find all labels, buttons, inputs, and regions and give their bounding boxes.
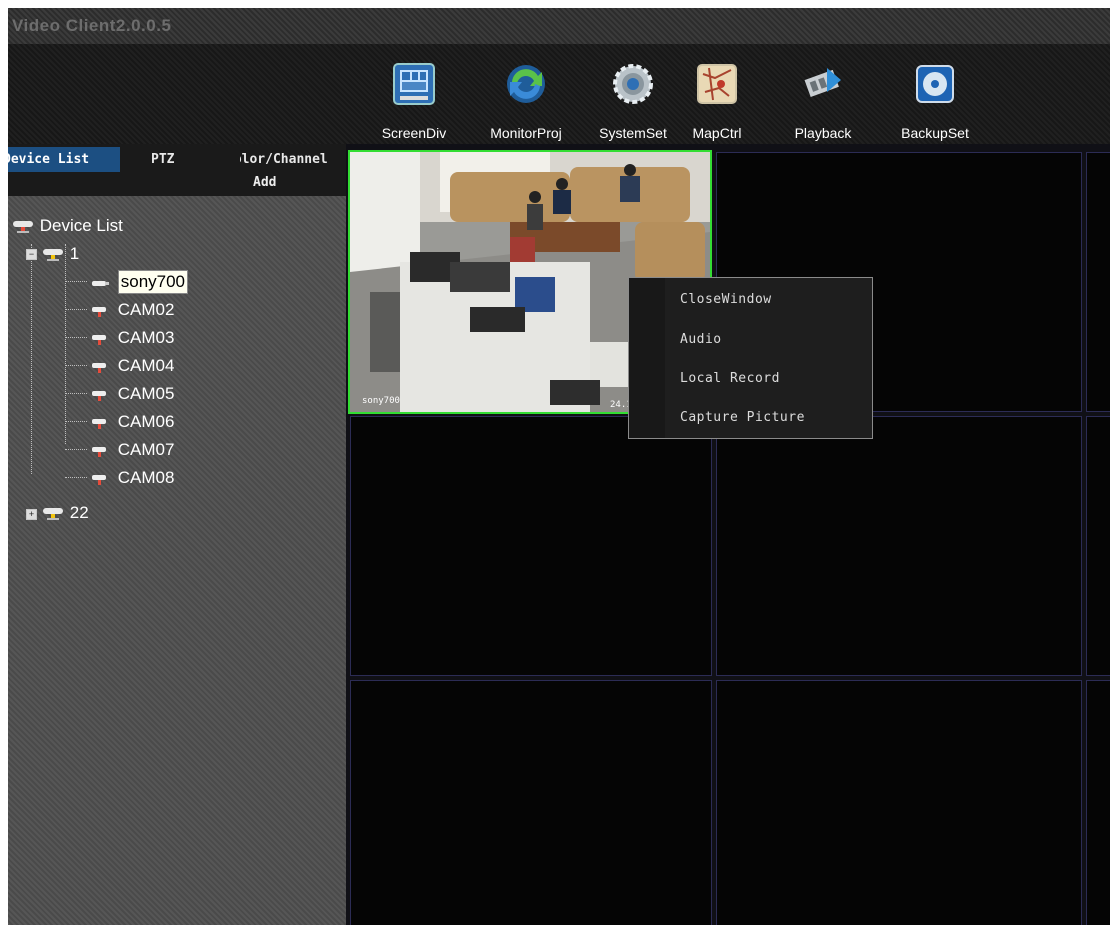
camera-offline-icon [92,474,106,485]
video-client-window: Video Client2.0.0.5 ScreenDiv MonitorPro… [8,8,1110,925]
monitorproj-button[interactable]: MonitorProj [476,44,576,144]
tree-channel-cam02[interactable]: CAM02 [89,298,174,320]
tree-line [65,393,87,394]
tree-channel-cam03[interactable]: CAM03 [89,326,174,348]
tree-group-label: 22 [69,502,89,522]
tree-channel-label: CAM05 [117,383,175,403]
tree-line [65,309,87,310]
left-panel: Device List PTZ Color/Channel Add [8,144,346,925]
context-menu-gutter [629,278,665,438]
network-device-icon [43,248,63,261]
video-cell-5[interactable] [716,416,1082,676]
tree-line [65,477,87,478]
tree-line [65,365,87,366]
window-title: Video Client2.0.0.5 [12,16,172,35]
tab-ptz-label: PTZ [151,152,175,167]
film-playback-icon [804,68,841,97]
tree-line [65,244,66,444]
tab-ptz[interactable]: PTZ [151,147,211,172]
tree-line [65,281,87,282]
context-menu: CloseWindow Audio Local Record Capture P… [628,277,873,439]
mapctrl-label: MapCtrl [692,125,742,141]
tree-channel-cam04[interactable]: CAM04 [89,354,174,376]
camera-offline-icon [92,446,106,457]
playback-button[interactable]: Playback [786,44,860,144]
video-cell-3[interactable] [1086,152,1110,412]
tree-channel-label: CAM04 [117,355,175,375]
map-icon [697,64,737,104]
camera-offline-icon [92,306,106,317]
systemset-label: SystemSet [599,125,667,141]
camera-overlay-name: sony700 [362,396,400,406]
screendiv-button[interactable]: ScreenDiv [371,44,457,144]
menu-item-audio[interactable]: Audio [680,328,722,352]
camera-offline-icon [92,362,106,373]
video-cell-4[interactable] [350,416,712,676]
menu-item-local-record[interactable]: Local Record [680,367,780,391]
camera-offline-icon [92,418,106,429]
camera-offline-icon [92,334,106,345]
tree-channel-cam08[interactable]: CAM08 [89,466,174,488]
tree-channel-label: CAM03 [117,327,175,347]
video-cell-9[interactable] [1086,680,1110,925]
tree-line [65,421,87,422]
collapse-toggle[interactable]: − [26,249,37,260]
menu-item-capture-picture[interactable]: Capture Picture [680,406,805,430]
backupset-button[interactable]: BackupSet [893,44,977,144]
tree-root-device-list[interactable]: Device List [11,214,123,236]
tree-line [65,337,87,338]
video-cell-8[interactable] [716,680,1082,925]
disk-backup-icon [916,65,954,103]
menu-item-close-window[interactable]: CloseWindow [680,288,772,312]
device-tree: Device List − 1 sony700 CAM02 CAM03 CAM0… [8,196,346,596]
tree-channel-label: CAM07 [117,439,175,459]
network-device-icon [13,220,33,233]
video-cell-6[interactable] [1086,416,1110,676]
monitorproj-label: MonitorProj [490,125,562,141]
tree-group-22[interactable]: 22 [41,501,89,523]
systemset-button[interactable]: SystemSet [588,44,678,144]
tree-channel-cam07[interactable]: CAM07 [89,438,174,460]
network-device-icon [43,507,63,520]
camera-offline-icon [92,390,106,401]
tree-group-label: 1 [69,243,80,263]
tree-line [65,449,87,450]
tab-device-list[interactable]: Device List [8,147,120,172]
mapctrl-button[interactable]: MapCtrl [685,44,749,144]
tree-channel-sony700[interactable]: sony700 [89,270,189,294]
monitor-project-icon [507,65,545,103]
screendiv-label: ScreenDiv [381,125,447,141]
expand-toggle[interactable]: + [26,509,37,520]
screen-division-icon [393,63,435,105]
title-bar: Video Client2.0.0.5 [8,8,1110,44]
tree-channel-cam06[interactable]: CAM06 [89,410,174,432]
add-button[interactable]: Add [253,175,276,190]
gear-icon [613,64,653,104]
panel-tabs: Device List PTZ Color/Channel [8,144,346,172]
video-grid: sony700 24.1 [346,144,1110,925]
tree-channel-label: CAM02 [117,299,175,319]
add-bar: Add [8,172,346,196]
tree-channel-label: CAM08 [117,467,175,487]
camera-online-icon [92,281,109,286]
tab-device-list-label: Device List [8,152,90,167]
tab-color-channel-label: Color/Channel [240,152,328,167]
tab-color-channel[interactable]: Color/Channel [240,147,346,172]
backupset-label: BackupSet [901,125,969,141]
tree-group-1[interactable]: 1 [41,242,79,264]
tree-channel-cam05[interactable]: CAM05 [89,382,174,404]
main-toolbar: ScreenDiv MonitorProj SystemSet MapCtrl … [8,44,1110,144]
tree-channel-label: sony700 [117,270,189,294]
tree-line [31,244,32,474]
tree-root-label: Device List [39,215,123,235]
tree-channel-label: CAM06 [117,411,175,431]
playback-label: Playback [794,125,852,141]
video-cell-7[interactable] [350,680,712,925]
